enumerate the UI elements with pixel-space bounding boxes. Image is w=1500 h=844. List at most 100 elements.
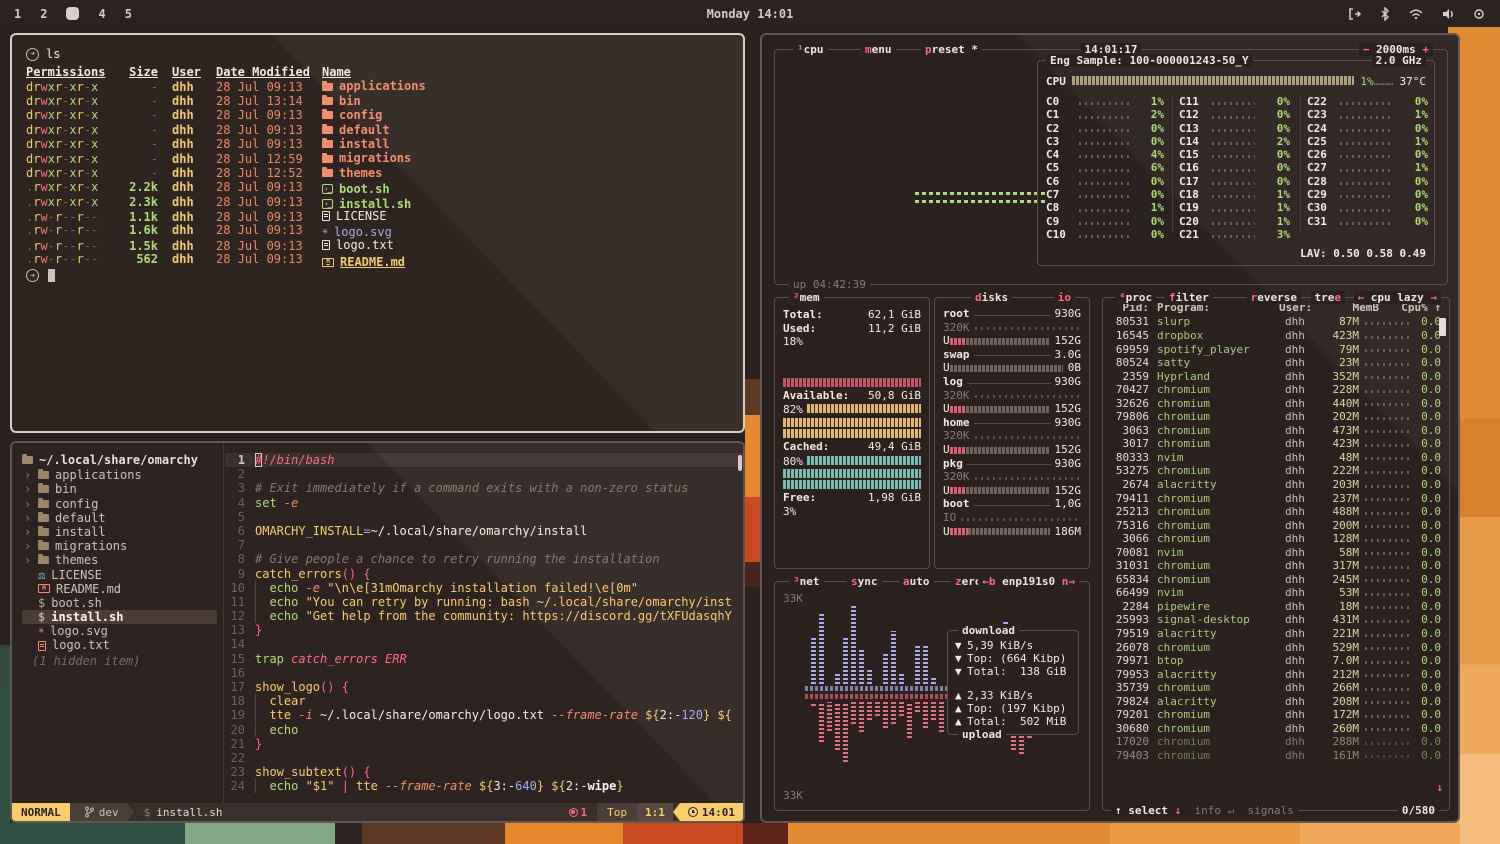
process-row-25213[interactable]: 25213chromiumdhh488M0.0 <box>1103 505 1449 519</box>
volume-icon[interactable] <box>1441 7 1455 21</box>
menu-button[interactable]: menu <box>861 43 896 56</box>
workspace-5[interactable]: 5 <box>125 7 132 21</box>
tree-item-config[interactable]: ›config <box>22 497 223 511</box>
proc-panel-title[interactable]: ⁴proc <box>1115 291 1156 304</box>
cpu-panel-title[interactable]: ¹cpu <box>793 43 828 56</box>
process-row-32626[interactable]: 32626chromiumdhh440M0.0 <box>1103 397 1449 411</box>
sort-selector[interactable]: ← cpu lazy → <box>1354 291 1441 304</box>
preset-button[interactable]: preset * <box>921 43 982 56</box>
process-row-65834[interactable]: 65834chromiumdhh245M0.0 <box>1103 573 1449 587</box>
folder-icon <box>322 169 333 177</box>
tree-button[interactable]: tree <box>1311 291 1346 304</box>
sync-button[interactable]: sync <box>847 575 882 588</box>
code-line-10: 10▏ echo -e "\n\e[31mOmarchy installatio… <box>225 581 743 595</box>
scroll-down-indicator[interactable]: ↓ <box>1436 781 1443 794</box>
mem-cached-bar <box>783 469 921 478</box>
process-row-66499[interactable]: 66499nvimdhh53M0.0 <box>1103 586 1449 600</box>
process-row-80333[interactable]: 80333nvimdhh48M0.0 <box>1103 451 1449 465</box>
process-row-2674[interactable]: 2674alacrittydhh203M0.0 <box>1103 478 1449 492</box>
core-row-C23: C231% <box>1307 108 1428 121</box>
settings-icon[interactable] <box>1472 7 1486 21</box>
process-row-35739[interactable]: 35739chromiumdhh266M0.0 <box>1103 681 1449 695</box>
tree-item-install.sh[interactable]: $install.sh <box>22 610 217 624</box>
bluetooth-icon[interactable] <box>1379 7 1391 21</box>
process-row-70427[interactable]: 70427chromiumdhh228M0.0 <box>1103 383 1449 397</box>
process-row-26078[interactable]: 26078chromiumdhh529M0.0 <box>1103 641 1449 655</box>
editor-scrollbar[interactable] <box>738 455 742 471</box>
tree-item-install[interactable]: ›install <box>22 525 223 539</box>
shell-prompt-2[interactable]: ➜ <box>26 268 729 283</box>
process-row-3063[interactable]: 3063chromiumdhh473M0.0 <box>1103 424 1449 438</box>
process-row-79971[interactable]: 79971btopdhh7.0M0.0 <box>1103 654 1449 668</box>
process-row-25993[interactable]: 25993signal-desktopdhh431M0.0 <box>1103 613 1449 627</box>
tree-item-applications[interactable]: ›applications <box>22 468 223 482</box>
process-row-75316[interactable]: 75316chromiumdhh200M0.0 <box>1103 519 1449 533</box>
core-row-C11: C110% <box>1179 95 1290 108</box>
neovim-window[interactable]: ~/.local/share/omarchy ›applications›bin… <box>10 441 745 823</box>
mem-cached-percent: 80% <box>783 455 803 468</box>
code-line-1: 1#!/bin/bash <box>225 453 743 467</box>
mem-used-bar <box>783 378 921 387</box>
tree-item-logo.txt[interactable]: logo.txt <box>22 638 223 652</box>
process-row-80531[interactable]: 80531slurpdhh87M0.0 <box>1103 315 1449 329</box>
process-row-70081[interactable]: 70081nvimdhh58M0.0 <box>1103 546 1449 560</box>
process-row-16545[interactable]: 16545dropboxdhh423M0.0 <box>1103 329 1449 343</box>
tree-item-migrations[interactable]: ›migrations <box>22 539 223 553</box>
file-tree-root[interactable]: ~/.local/share/omarchy <box>22 453 223 467</box>
download-speed: 5,39 KiB/s <box>967 639 1033 652</box>
editor-pane[interactable]: 1#!/bin/bash23# Exit immediately if a co… <box>225 443 743 803</box>
process-row-79824[interactable]: 79824alacrittydhh208M0.0 <box>1103 695 1449 709</box>
process-row-2359[interactable]: 2359Hyprlanddhh352M0.0 <box>1103 370 1449 384</box>
network-icon[interactable] <box>1408 7 1424 21</box>
process-row-79953[interactable]: 79953alacrittydhh212M0.0 <box>1103 668 1449 682</box>
upload-speed: 2,33 KiB/s <box>967 689 1033 702</box>
uptime-label: up 04:42:39 <box>789 278 870 291</box>
tree-item-logo.svg[interactable]: ✳logo.svg <box>22 624 223 638</box>
code-line-7: 7 <box>225 538 743 552</box>
io-toggle[interactable]: io <box>1054 291 1075 304</box>
process-row-79411[interactable]: 79411chromiumdhh237M0.0 <box>1103 492 1449 506</box>
interface-selector[interactable]: ←b enp191s0 n→ <box>978 575 1079 588</box>
workspace-4[interactable]: 4 <box>98 7 105 21</box>
filter-button[interactable]: filter <box>1165 291 1213 304</box>
workspace-3-active[interactable] <box>66 7 79 20</box>
mem-used-value: 11,2 GiB <box>868 322 921 335</box>
tree-item-themes[interactable]: ›themes <box>22 553 223 567</box>
core-column-1: C01%C12%C20%C30%C44%C56%C60%C70%C81%C90%… <box>1046 95 1164 233</box>
logout-icon[interactable] <box>1347 7 1362 21</box>
tree-item-bin[interactable]: ›bin <box>22 482 223 496</box>
process-row-80524[interactable]: 80524sattydhh23M0.0 <box>1103 356 1449 370</box>
process-row-3017[interactable]: 3017chromiumdhh423M0.0 <box>1103 437 1449 451</box>
process-row-79201[interactable]: 79201chromiumdhh172M0.0 <box>1103 708 1449 722</box>
process-row-3066[interactable]: 3066chromiumdhh128M0.0 <box>1103 532 1449 546</box>
process-row-79519[interactable]: 79519alacrittydhh221M0.0 <box>1103 627 1449 641</box>
tree-item-README.md[interactable]: README.md <box>22 582 223 596</box>
reverse-button[interactable]: reverse <box>1247 291 1301 304</box>
memory-panel-title[interactable]: ²mem <box>789 291 824 304</box>
net-panel-title[interactable]: ³net <box>789 575 824 588</box>
workspace-2[interactable]: 2 <box>40 7 47 21</box>
process-row-30680[interactable]: 30680chromiumdhh260M0.0 <box>1103 722 1449 736</box>
tree-item-boot.sh[interactable]: $boot.sh <box>22 596 223 610</box>
tree-item-default[interactable]: ›default <box>22 511 223 525</box>
disk-entry-home: home930G320KU152G <box>943 416 1081 457</box>
folder-icon <box>38 514 49 522</box>
terminal-window[interactable]: ➜ ls PermissionsSizeUserDate ModifiedNam… <box>10 33 745 433</box>
code-line-16: 16 <box>225 666 743 680</box>
disks-panel-title[interactable]: disks <box>971 291 1012 304</box>
proc-scrollbar[interactable] <box>1439 318 1446 336</box>
process-row-79403[interactable]: 79403chromiumdhh161M0.0 <box>1103 749 1449 763</box>
core-row-C0: C01% <box>1046 95 1164 108</box>
proc-selection-count: 0/580 <box>1398 804 1439 817</box>
code-line-6: 6OMARCHY_INSTALL=~/.local/share/omarchy/… <box>225 524 743 538</box>
process-row-79806[interactable]: 79806chromiumdhh202M0.0 <box>1103 410 1449 424</box>
process-row-2284[interactable]: 2284pipewiredhh18M0.0 <box>1103 600 1449 614</box>
btop-window[interactable]: ¹cpu menu preset * 14:01:17 − 2000ms + u… <box>760 33 1460 823</box>
tree-item-LICENSE[interactable]: ⚖LICENSE <box>22 568 223 582</box>
process-row-53275[interactable]: 53275chromiumdhh222M0.0 <box>1103 464 1449 478</box>
process-row-17020[interactable]: 17020chromiumdhh288M0.0 <box>1103 735 1449 749</box>
auto-button[interactable]: auto <box>899 575 934 588</box>
workspace-1[interactable]: 1 <box>14 7 21 21</box>
process-row-31031[interactable]: 31031chromiumdhh317M0.0 <box>1103 559 1449 573</box>
process-row-69959[interactable]: 69959spotify_playerdhh79M0.0 <box>1103 343 1449 357</box>
